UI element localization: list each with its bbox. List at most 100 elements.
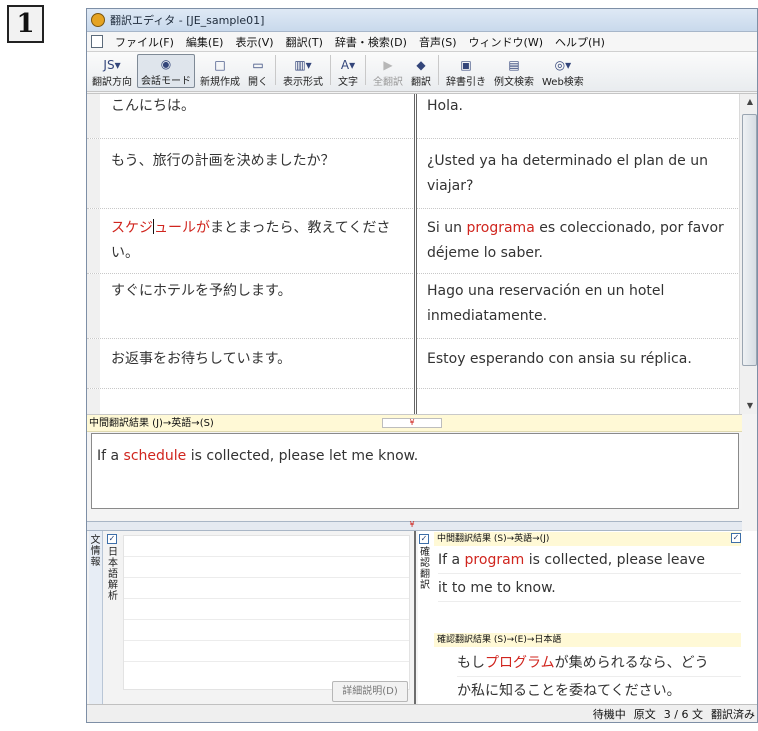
display-format-label: 表示形式 bbox=[283, 77, 323, 88]
target-row-current[interactable]: Si un programa es coleccionado, por favo… bbox=[417, 209, 738, 274]
source-text: お返事をお待ちしています。 bbox=[111, 351, 292, 367]
confirm-mid-line: it to me to know. bbox=[438, 574, 741, 602]
source-row-current[interactable]: スケジュールがまとまったら、教えてください。 bbox=[87, 209, 415, 274]
target-row[interactable]: Hola. bbox=[417, 94, 738, 139]
source-text: もう、旅行の計画を決めましたか？ bbox=[111, 153, 335, 169]
example-search-button[interactable]: ▤ 例文検索 bbox=[491, 54, 537, 88]
row-marker bbox=[87, 274, 100, 338]
direction-icon: JS▾ bbox=[103, 58, 121, 72]
confirm-result-line: もしプログラムが集められるなら、どう bbox=[457, 649, 741, 677]
menu-dictionary-search[interactable]: 辞書・検索(D) bbox=[335, 34, 407, 50]
intermediate-label: 中間翻訳結果 (J)→英語→(S) bbox=[89, 418, 214, 429]
sentence-info-panel: 文情報 ✓ 日本語解析 詳細説明(D) bbox=[87, 531, 416, 707]
confirm-translation-tab[interactable]: ✓ 確認翻訳 bbox=[418, 531, 432, 707]
translate-all-label: 全翻訳 bbox=[373, 77, 403, 88]
confirm-text: か私に知ることを委ねてください。 bbox=[457, 683, 681, 699]
detail-explanation-button[interactable]: 詳細説明(D) bbox=[332, 681, 408, 702]
translation-editor-window: 翻訳エディタ - [JE_sample01] ファイル(F) 編集(E) 表示(… bbox=[86, 8, 758, 723]
analysis-pane bbox=[123, 535, 410, 690]
sentence-info-tab[interactable]: 文情報 bbox=[89, 531, 103, 707]
highlighted-word: ュールが bbox=[154, 220, 210, 236]
scroll-down-icon[interactable]: ▼ bbox=[740, 398, 757, 414]
direction-label: 翻訳方向 bbox=[92, 77, 132, 88]
source-row[interactable]: こんにちは。 bbox=[87, 94, 415, 139]
confirm-mid-text: If a program is collected, please leave … bbox=[435, 546, 741, 602]
highlighted-word: program bbox=[464, 552, 525, 568]
highlighted-word: programa bbox=[466, 220, 535, 236]
menu-window[interactable]: ウィンドウ(W) bbox=[469, 34, 543, 50]
font-icon: A▾ bbox=[340, 58, 356, 72]
intermediate-text: is collected, please let me know. bbox=[186, 448, 419, 464]
translate-icon: ◆ bbox=[416, 58, 426, 72]
menu-bar: ファイル(F) 編集(E) 表示(V) 翻訳(T) 辞書・検索(D) 音声(S)… bbox=[87, 32, 757, 52]
display-format-button[interactable]: ▥▾ 表示形式 bbox=[280, 54, 326, 88]
menu-view[interactable]: 表示(V) bbox=[235, 34, 273, 50]
menu-help[interactable]: ヘルプ(H) bbox=[555, 34, 605, 50]
highlighted-word: プログラム bbox=[485, 655, 555, 671]
analysis-row bbox=[124, 620, 409, 641]
menu-edit[interactable]: 編集(E) bbox=[186, 34, 224, 50]
collapse-chevron-icon[interactable]: ¥ bbox=[382, 521, 442, 531]
row-marker bbox=[87, 209, 100, 273]
confirm-mid-checkbox[interactable]: ✓ bbox=[731, 533, 741, 543]
target-row[interactable]: Hago una reservación en un hotel inmedia… bbox=[417, 274, 738, 339]
new-document-icon: □ bbox=[214, 58, 226, 72]
target-row[interactable]: Estoy esperando con ansia su réplica. bbox=[417, 339, 738, 389]
confirm-mid-label: 中間翻訳結果 (S)→英語→(J) bbox=[437, 534, 550, 544]
step-number-badge: 1 bbox=[7, 5, 44, 43]
source-text: すぐにホテルを予約します。 bbox=[111, 283, 292, 299]
conversation-mode-label: 会話モード bbox=[141, 76, 191, 87]
conversation-mode-button[interactable]: ◉ 会話モード bbox=[137, 54, 195, 88]
confirm-text: もし bbox=[457, 655, 485, 671]
open-button[interactable]: ▭ 開く bbox=[245, 54, 271, 88]
confirm-checkbox[interactable]: ✓ bbox=[419, 534, 429, 544]
scrollbar-thumb[interactable] bbox=[742, 114, 757, 366]
confirm-result-label: 確認翻訳結果 (S)→(E)→日本語 bbox=[437, 635, 562, 645]
target-text: Si un bbox=[427, 220, 467, 236]
confirm-text: が集められるなら、どう bbox=[554, 655, 709, 671]
source-row-empty[interactable] bbox=[87, 389, 415, 415]
analysis-row bbox=[124, 578, 409, 599]
analysis-checkbox[interactable]: ✓ bbox=[107, 534, 117, 544]
target-text: ¿Usted ya ha determinado el plan de un v… bbox=[427, 153, 708, 194]
new-document-label: 新規作成 bbox=[200, 77, 240, 88]
new-document-button[interactable]: □ 新規作成 bbox=[197, 54, 243, 88]
dictionary-label: 辞書引き bbox=[446, 77, 486, 88]
collapse-chevron-icon[interactable]: ¥ bbox=[382, 418, 442, 428]
confirm-result-label-bar: 確認翻訳結果 (S)→(E)→日本語 bbox=[434, 633, 741, 647]
intermediate-text: If a bbox=[97, 448, 124, 464]
source-row[interactable]: すぐにホテルを予約します。 bbox=[87, 274, 415, 339]
document-icon[interactable] bbox=[91, 35, 103, 48]
source-row[interactable]: お返事をお待ちしています。 bbox=[87, 339, 415, 389]
analysis-row bbox=[124, 599, 409, 620]
confirm-result-text: もしプログラムが集められるなら、どう か私に知ることを委ねてください。 bbox=[435, 649, 741, 705]
toolbar-separator bbox=[330, 55, 331, 85]
font-button[interactable]: A▾ 文字 bbox=[335, 54, 361, 88]
menu-translate[interactable]: 翻訳(T) bbox=[286, 34, 323, 50]
translate-button[interactable]: ◆ 翻訳 bbox=[408, 54, 434, 88]
target-row[interactable]: ¿Usted ya ha determinado el plan de un v… bbox=[417, 139, 738, 209]
open-label: 開く bbox=[248, 77, 268, 88]
toolbar-separator bbox=[365, 55, 366, 85]
dictionary-lookup-button[interactable]: ▣ 辞書引き bbox=[443, 54, 489, 88]
target-row-empty[interactable] bbox=[417, 389, 738, 415]
app-icon bbox=[91, 13, 105, 27]
intermediate-translation: If a schedule is collected, please let m… bbox=[91, 433, 739, 509]
highlighted-word: スケジ bbox=[111, 220, 153, 236]
japanese-analysis-tab[interactable]: ✓ 日本語解析 bbox=[104, 531, 122, 707]
web-search-button[interactable]: ◎▾ Web検索 bbox=[539, 54, 587, 88]
bottom-splitter[interactable]: ¥ bbox=[87, 521, 742, 531]
toolbar-separator bbox=[438, 55, 439, 85]
scroll-up-icon[interactable]: ▲ bbox=[740, 94, 757, 110]
row-marker bbox=[87, 139, 100, 208]
menu-file[interactable]: ファイル(F) bbox=[115, 34, 174, 50]
vertical-scrollbar[interactable]: ▲ ▼ bbox=[739, 94, 757, 414]
title-bar: 翻訳エディタ - [JE_sample01] bbox=[87, 9, 757, 32]
toolbar: JS▾ 翻訳方向 ◉ 会話モード □ 新規作成 ▭ 開く ▥▾ 表示形式 A▾ … bbox=[87, 52, 757, 92]
intermediate-label-bar: 中間翻訳結果 (J)→英語→(S) ¥ bbox=[87, 414, 742, 432]
status-mode: 原文 bbox=[633, 707, 656, 721]
translate-all-button[interactable]: ▶ 全翻訳 bbox=[370, 54, 406, 88]
menu-voice[interactable]: 音声(S) bbox=[419, 34, 457, 50]
direction-button[interactable]: JS▾ 翻訳方向 bbox=[89, 54, 135, 88]
source-row[interactable]: もう、旅行の計画を決めましたか？ bbox=[87, 139, 415, 209]
